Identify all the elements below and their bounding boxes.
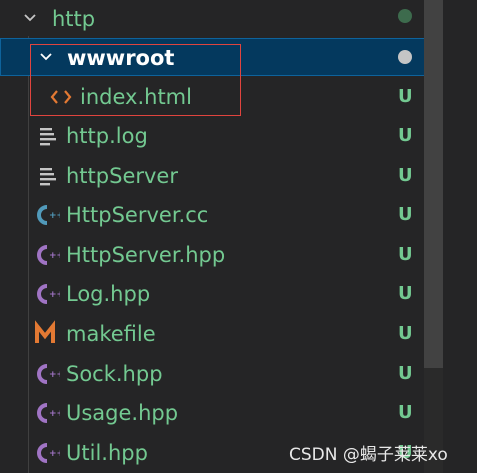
git-status-badge: U (398, 165, 413, 186)
modified-dot-indicator (398, 50, 412, 64)
html-file-icon (50, 90, 72, 104)
file-row-sock-hpp[interactable]: ++ Sock.hpp U (0, 355, 443, 393)
cpp-header-icon: ++ (37, 245, 60, 265)
file-label: Sock.hpp (66, 362, 163, 386)
file-row-http-log[interactable]: http.log U (0, 117, 443, 155)
cpp-source-icon: ++ (37, 205, 60, 225)
watermark-text: CSDN @蝎子莱莱xo (289, 445, 448, 465)
svg-text:++: ++ (49, 251, 60, 261)
file-label: makefile (66, 322, 156, 346)
file-row-index-html[interactable]: index.html U (0, 78, 443, 116)
git-status-badge: U (398, 323, 413, 344)
git-status-badge: U (398, 363, 413, 384)
folder-wwwroot-row[interactable]: wwwroot (0, 38, 443, 76)
file-label: httpServer (66, 164, 178, 188)
cpp-header-icon: ++ (37, 403, 60, 423)
svg-text:++: ++ (49, 211, 60, 221)
folder-wwwroot-label: wwwroot (67, 46, 175, 70)
file-row-makefile[interactable]: makefile U (0, 315, 443, 353)
git-status-badge: U (398, 125, 413, 146)
vertical-scrollbar-thumb[interactable] (424, 0, 443, 368)
git-status-badge: U (398, 244, 413, 265)
file-label: Util.hpp (66, 441, 148, 465)
svg-text:++: ++ (49, 449, 60, 459)
file-row-httpserver-cc[interactable]: ++ HttpServer.cc U (0, 196, 443, 234)
text-file-icon (40, 128, 56, 146)
file-label: Log.hpp (66, 282, 151, 306)
cpp-header-icon: ++ (37, 364, 60, 384)
file-row-httpserver-hpp[interactable]: ++ HttpServer.hpp U (0, 236, 443, 274)
git-status-badge: U (398, 283, 413, 304)
file-label: http.log (66, 124, 148, 148)
git-status-badge: U (398, 402, 413, 423)
git-status-badge: U (398, 86, 413, 107)
file-row-httpserver[interactable]: httpServer U (0, 157, 443, 195)
git-status-badge: U (398, 204, 413, 225)
modified-dot-indicator (398, 9, 412, 23)
cpp-header-icon: ++ (37, 443, 60, 463)
folder-http-row[interactable]: http (0, 0, 443, 38)
makefile-icon (35, 320, 55, 343)
file-row-log-hpp[interactable]: ++ Log.hpp U (0, 275, 443, 313)
file-explorer-panel: http wwwroot index.html U http.log U htt… (0, 0, 477, 473)
file-label: index.html (80, 85, 192, 109)
file-label: HttpServer.hpp (66, 243, 226, 267)
svg-text:++: ++ (49, 409, 60, 419)
cpp-header-icon: ++ (37, 284, 60, 304)
chevron-down-icon[interactable] (24, 12, 36, 24)
file-row-usage-hpp[interactable]: ++ Usage.hpp U (0, 394, 443, 432)
svg-text:++: ++ (49, 290, 60, 300)
text-file-icon (40, 168, 56, 186)
folder-http-label: http (52, 7, 96, 31)
file-label: Usage.hpp (66, 401, 179, 425)
chevron-down-icon[interactable] (40, 51, 52, 63)
svg-text:++: ++ (49, 370, 60, 380)
file-label: HttpServer.cc (66, 203, 209, 227)
